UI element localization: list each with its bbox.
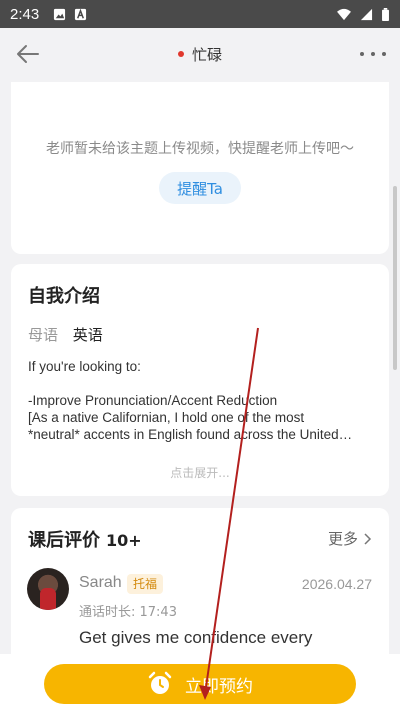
back-button[interactable] — [14, 40, 42, 68]
alarm-clock-icon — [148, 671, 172, 694]
status-time: 2:43 — [10, 5, 40, 23]
battery-icon — [382, 7, 389, 21]
signal-icon — [360, 8, 373, 20]
review-tag: 托福 — [127, 574, 164, 594]
reviews-title: 课后评价 10+ — [28, 530, 142, 551]
more-horizontal-icon — [360, 52, 364, 56]
review-duration: 通话时长: 17:43 — [79, 605, 177, 620]
more-button[interactable] — [360, 42, 386, 66]
book-now-label: 立即预约 — [185, 676, 253, 697]
status-text: 忙碌 — [191, 45, 222, 64]
no-video-message: 老师暂未给该主题上传视频，快提醒老师上传吧～ — [46, 141, 354, 157]
native-language-value: 英语 — [72, 326, 103, 344]
status-dot — [177, 51, 184, 57]
video-card: 老师暂未给该主题上传视频，快提醒老师上传吧～ 提醒Ta — [11, 82, 389, 254]
teacher-status: 忙碌 — [177, 44, 222, 65]
review-date: 2026.04.27 — [301, 576, 372, 592]
intro-text: If you're looking to: -Improve Pronuncia… — [28, 358, 378, 443]
native-language-row: 母语 英语 — [28, 324, 103, 345]
header: 忙碌 — [0, 28, 400, 80]
intro-line: *neutral* accents in English found acros… — [28, 427, 353, 442]
avatar[interactable] — [27, 568, 69, 610]
image-icon — [54, 8, 66, 20]
a-icon — [75, 8, 87, 20]
bottom-bar: 立即预约 — [0, 654, 400, 711]
intro-title: 自我介绍 — [28, 286, 100, 307]
status-bar: 2:43 — [0, 0, 400, 28]
review-text: Get gives me confidence every — [79, 628, 313, 647]
reviews-count: 10+ — [106, 531, 142, 550]
reviewer-name: Sarah — [79, 574, 122, 591]
intro-line: If you're looking to: — [28, 359, 141, 374]
reviews-more-link[interactable]: 更多 — [328, 528, 372, 549]
intro-card: 自我介绍 母语 英语 If you're looking to: -Improv… — [11, 264, 389, 496]
book-now-button[interactable]: 立即预约 — [44, 664, 356, 704]
wifi-icon — [337, 8, 351, 20]
chevron-right-icon — [364, 532, 372, 545]
native-language-label: 母语 — [28, 326, 59, 344]
remind-button[interactable]: 提醒Ta — [159, 172, 241, 204]
intro-line: [As a native Californian, I hold one of … — [28, 410, 305, 425]
expand-link[interactable]: 点击展开... — [11, 464, 389, 481]
arrow-left-icon — [17, 45, 39, 63]
intro-line: -Improve Pronunciation/Accent Reduction — [28, 393, 278, 408]
scrollbar[interactable] — [393, 186, 397, 370]
